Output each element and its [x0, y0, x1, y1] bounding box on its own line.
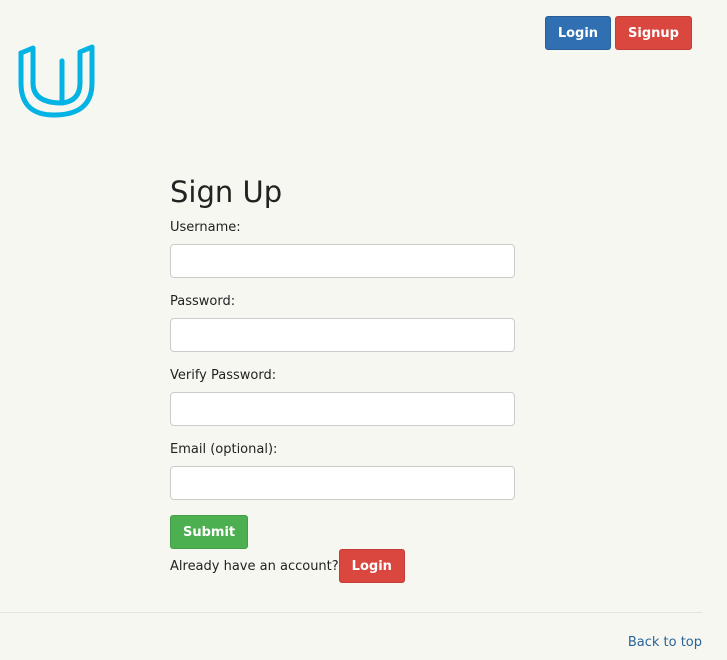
account-prompt: Already have an account? Login [170, 549, 405, 583]
verify-password-label: Verify Password: [170, 368, 277, 383]
submit-button[interactable]: Submit [170, 515, 249, 549]
nav-signup-button[interactable]: Signup [615, 16, 692, 50]
nav-login-button[interactable]: Login [544, 16, 612, 50]
password-input[interactable] [170, 318, 515, 352]
verify-password-input[interactable] [170, 392, 515, 426]
email-label: Email (optional): [170, 442, 278, 457]
signup-form: Sign Up Username: Password: Verify Passw… [170, 172, 515, 549]
footer-divider [0, 612, 702, 613]
username-label: Username: [170, 220, 241, 235]
page-title: Sign Up [170, 175, 283, 209]
udacity-logo-icon[interactable] [18, 43, 96, 119]
account-prompt-text: Already have an account? [170, 558, 339, 574]
top-nav: Login Signup [544, 16, 692, 50]
username-input[interactable] [170, 244, 515, 278]
password-label: Password: [170, 294, 236, 309]
login-button[interactable]: Login [338, 549, 405, 583]
email-input[interactable] [170, 466, 515, 500]
back-to-top-link[interactable]: Back to top [628, 635, 702, 650]
